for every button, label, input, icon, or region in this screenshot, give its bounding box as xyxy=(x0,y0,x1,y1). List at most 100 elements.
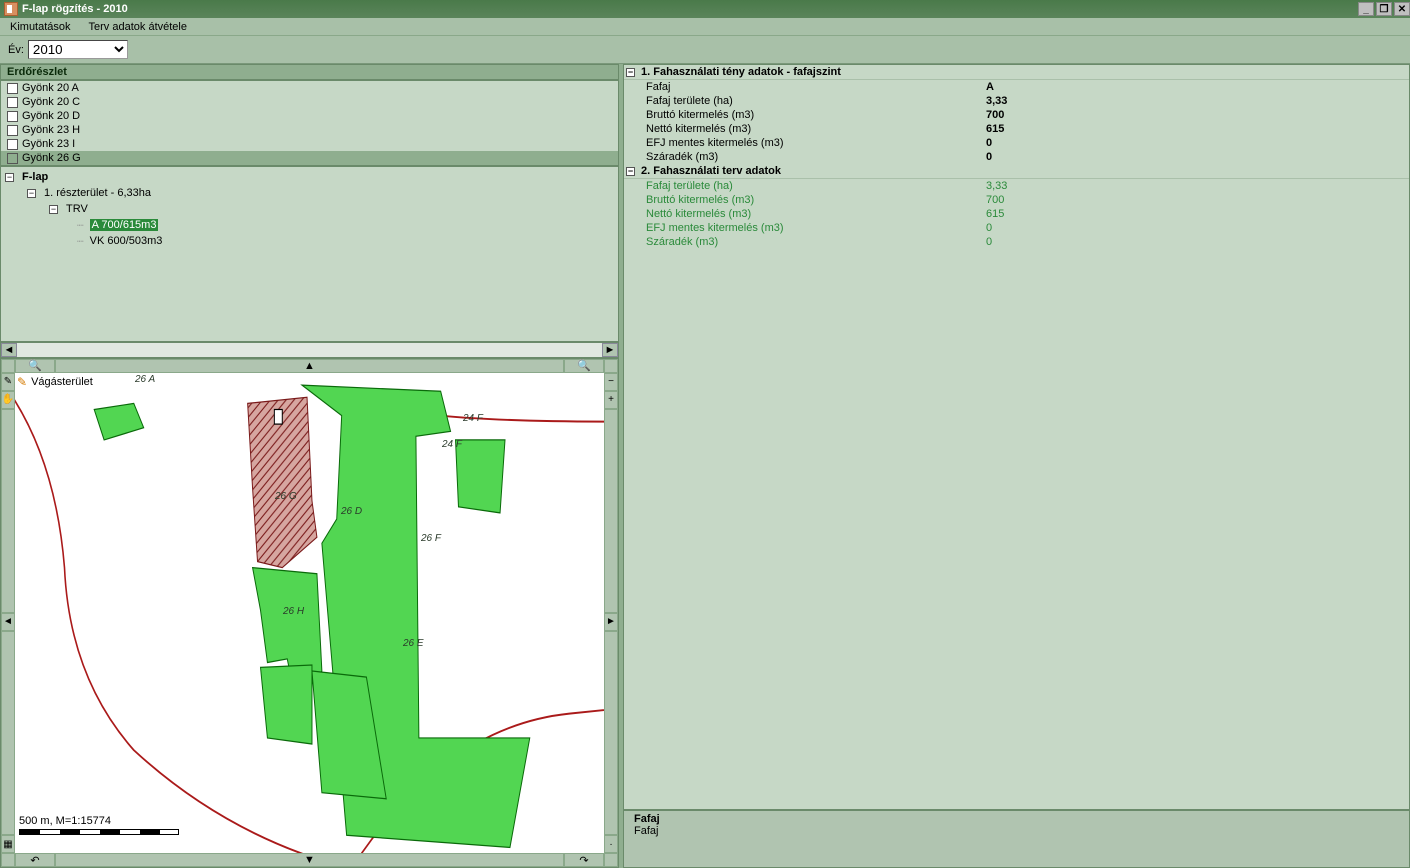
scroll-left-icon[interactable]: ◄ xyxy=(1,343,17,357)
property-row[interactable]: Fafaj területe (ha)3,33 xyxy=(624,179,1409,193)
property-row[interactable]: Bruttó kitermelés (m3)700 xyxy=(624,108,1409,122)
map-top-controls: 🔍 ▲ 🔍 xyxy=(1,359,618,373)
map-redo-button[interactable]: ↷ xyxy=(564,853,604,867)
forest-list-item[interactable]: Gyönk 20 D xyxy=(1,109,618,123)
tree-node-trv[interactable]: − TRV xyxy=(5,201,614,217)
map-zoom-in-button[interactable]: 🔍 xyxy=(15,359,55,373)
section-title-2: 2. Fahasználati terv adatok xyxy=(641,165,781,177)
tree-node-reszterulet[interactable]: − 1. részterület - 6,33ha xyxy=(5,185,614,201)
map-bottom-controls: ↶ ▼ ↷ xyxy=(1,853,618,867)
tree-node-root[interactable]: − F-lap xyxy=(5,169,614,185)
tree-leaf-label-selected: A 700/615m3 xyxy=(90,219,159,231)
checkbox-icon[interactable] xyxy=(7,139,18,150)
map-pan-down-button[interactable]: ▼ xyxy=(55,853,564,867)
checkbox-icon[interactable] xyxy=(7,111,18,122)
property-value: 3,33 xyxy=(986,180,1186,192)
tree-leaf-vk[interactable]: ┈ VK 600/503m3 xyxy=(5,233,614,249)
map-pencil-button[interactable]: ✎ xyxy=(1,373,15,391)
property-key: EFJ mentes kitermelés (m3) xyxy=(646,137,986,149)
tree-node-label: 1. részterület - 6,33ha xyxy=(44,187,151,199)
map-right-controls: − + ► · xyxy=(604,373,618,854)
forest-list-item[interactable]: Gyönk 26 G xyxy=(1,151,618,165)
map-side-spacer xyxy=(604,409,618,613)
pencil-icon: ✎ xyxy=(17,375,27,389)
map-corner xyxy=(1,359,15,373)
forest-list-item-label: Gyönk 23 I xyxy=(22,138,75,150)
property-value: 615 xyxy=(986,123,1186,135)
tree-branch-icon: ┈ xyxy=(77,219,84,232)
right-column: − 1. Fahasználati tény adatok - fafajszi… xyxy=(623,64,1410,868)
map-left-controls: ✎ ✋ ◄ ▦ xyxy=(1,373,15,854)
collapse-icon[interactable]: − xyxy=(626,68,635,77)
menu-kimutatasok[interactable]: Kimutatások xyxy=(10,21,71,33)
property-key: Bruttó kitermelés (m3) xyxy=(646,109,986,121)
property-key: Bruttó kitermelés (m3) xyxy=(646,194,986,206)
property-key: Nettó kitermelés (m3) xyxy=(646,208,986,220)
map-panel: 🔍 ▲ 🔍 ✎ ✋ ◄ ▦ xyxy=(0,358,619,868)
map-pan-right-button[interactable]: ► xyxy=(604,613,618,631)
app-icon xyxy=(4,2,18,16)
property-row[interactable]: EFJ mentes kitermelés (m3)0 xyxy=(624,136,1409,150)
checkbox-icon[interactable] xyxy=(7,83,18,94)
forest-list-item[interactable]: Gyönk 20 C xyxy=(1,95,618,109)
property-key: EFJ mentes kitermelés (m3) xyxy=(646,222,986,234)
map-hand-button[interactable]: ✋ xyxy=(1,391,15,409)
property-description-panel: Fafaj Fafaj xyxy=(623,810,1410,868)
property-row[interactable]: Száradék (m3)0 xyxy=(624,235,1409,249)
property-key: Fafaj xyxy=(646,81,986,93)
map-side-spacer xyxy=(1,631,15,835)
prop-section-header-1[interactable]: − 1. Fahasználati tény adatok - fafajszi… xyxy=(624,65,1409,80)
map-undo-button[interactable]: ↶ xyxy=(15,853,55,867)
property-row[interactable]: Nettó kitermelés (m3)615 xyxy=(624,207,1409,221)
title-bar: F-lap rögzítés - 2010 _ ❐ ✕ xyxy=(0,0,1410,18)
tree-leaf-a[interactable]: ┈ A 700/615m3 xyxy=(5,217,614,233)
tree-root-label: F-lap xyxy=(22,171,48,183)
forest-list-item-label: Gyönk 20 C xyxy=(22,96,80,108)
close-button[interactable]: ✕ xyxy=(1394,2,1410,16)
map-corner xyxy=(1,853,15,867)
tree-hscroll[interactable]: ◄ ► xyxy=(0,342,619,358)
property-row[interactable]: Bruttó kitermelés (m3)700 xyxy=(624,193,1409,207)
property-row[interactable]: Fafaj területe (ha)3,33 xyxy=(624,94,1409,108)
collapse-icon[interactable]: − xyxy=(5,173,14,182)
property-value: 0 xyxy=(986,236,1186,248)
scroll-track[interactable] xyxy=(17,343,602,357)
minimize-button[interactable]: _ xyxy=(1358,2,1374,16)
checkbox-icon[interactable] xyxy=(7,153,18,164)
forest-list-item[interactable]: Gyönk 23 I xyxy=(1,137,618,151)
collapse-icon[interactable]: − xyxy=(49,205,58,214)
year-select[interactable]: 2010 xyxy=(28,40,128,59)
forest-list-item-label: Gyönk 23 H xyxy=(22,124,80,136)
map-pan-up-button[interactable]: ▲ xyxy=(55,359,564,373)
window-title: F-lap rögzítés - 2010 xyxy=(22,3,128,15)
property-row[interactable]: FafajA xyxy=(624,80,1409,94)
property-row[interactable]: Száradék (m3)0 xyxy=(624,150,1409,164)
property-row[interactable]: EFJ mentes kitermelés (m3)0 xyxy=(624,221,1409,235)
checkbox-icon[interactable] xyxy=(7,125,18,136)
map-scale: 500 m, M=1:15774 xyxy=(19,815,179,835)
prop-section-header-2[interactable]: − 2. Fahasználati terv adatok xyxy=(624,164,1409,179)
map-canvas[interactable]: ✎ Vágásterület 26 A 26 G 26 D 26 F 24 F … xyxy=(15,373,604,854)
property-row[interactable]: Nettó kitermelés (m3)615 xyxy=(624,122,1409,136)
map-zoom-out-button[interactable]: 🔍 xyxy=(564,359,604,373)
scroll-right-icon[interactable]: ► xyxy=(602,343,618,357)
map-tool-button[interactable]: · xyxy=(604,835,618,853)
tree-panel: − F-lap − 1. részterület - 6,33ha − TRV … xyxy=(0,166,619,342)
maximize-button[interactable]: ❐ xyxy=(1376,2,1392,16)
map-corner xyxy=(604,359,618,373)
tree-node-label: TRV xyxy=(66,203,88,215)
forest-list-item[interactable]: Gyönk 20 A xyxy=(1,81,618,95)
checkbox-icon[interactable] xyxy=(7,97,18,108)
map-tool-button[interactable]: ▦ xyxy=(1,835,15,853)
collapse-icon[interactable]: − xyxy=(27,189,36,198)
property-grid: − 1. Fahasználati tény adatok - fafajszi… xyxy=(623,64,1410,810)
forest-list-item[interactable]: Gyönk 23 H xyxy=(1,123,618,137)
collapse-icon[interactable]: − xyxy=(626,167,635,176)
prop-section-1: − 1. Fahasználati tény adatok - fafajszi… xyxy=(624,65,1409,164)
map-plus-button[interactable]: + xyxy=(604,391,618,409)
map-minus-button[interactable]: − xyxy=(604,373,618,391)
map-pan-left-button[interactable]: ◄ xyxy=(1,613,15,631)
map-scale-bar xyxy=(19,829,179,835)
menu-terv-adatok[interactable]: Terv adatok átvétele xyxy=(89,21,187,33)
property-key: Száradék (m3) xyxy=(646,236,986,248)
